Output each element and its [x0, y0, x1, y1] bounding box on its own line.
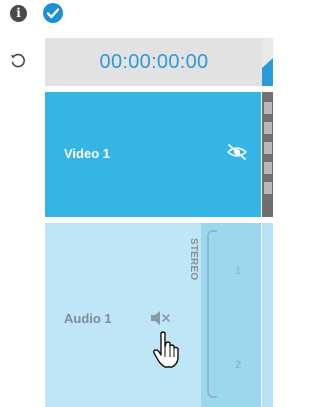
playhead-marker-body — [262, 68, 273, 86]
audio-track-label: Audio 1 — [64, 311, 112, 326]
speaker-mute-icon[interactable] — [149, 309, 171, 327]
checkmark-icon[interactable] — [43, 3, 63, 23]
playhead-marker — [262, 58, 273, 68]
channel-bracket — [207, 230, 217, 398]
hand-cursor-icon — [152, 329, 182, 369]
channel-2-label: 2 — [235, 359, 242, 371]
eye-slash-icon[interactable] — [226, 143, 248, 161]
audio-clip-strip — [262, 223, 273, 407]
info-icon[interactable]: i — [10, 5, 27, 22]
video-clip-thumbnails — [262, 92, 273, 217]
timecode-display: 00:00:00:00 — [45, 38, 263, 86]
channel-1-label: 1 — [235, 265, 242, 277]
reset-icon[interactable] — [8, 50, 28, 70]
channel-mode-label: STEREO — [188, 238, 199, 281]
video-track-label: Video 1 — [64, 146, 111, 161]
